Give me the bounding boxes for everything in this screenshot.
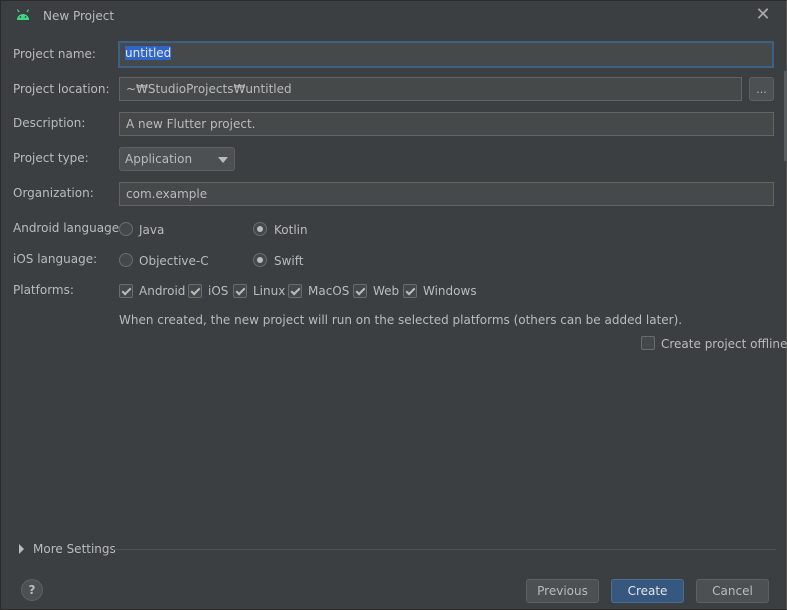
checkbox-macos[interactable]	[288, 284, 302, 298]
radio-java[interactable]	[119, 222, 133, 236]
radio-kotlin[interactable]	[253, 222, 267, 236]
new-project-dialog: New Project ✕ Project name: untitled Pro…	[0, 0, 787, 610]
help-button[interactable]: ?	[21, 579, 43, 601]
project-location-input[interactable]: ~₩StudioProjects₩untitled	[119, 77, 742, 101]
checkbox-android-label: Android	[139, 284, 186, 298]
android-language-label: Android language:	[13, 221, 124, 235]
project-type-value: Application	[125, 152, 193, 166]
radio-kotlin-label: Kotlin	[274, 223, 308, 237]
cancel-button[interactable]: Cancel	[696, 579, 769, 603]
platforms-note: When created, the new project will run o…	[119, 313, 683, 327]
create-offline-label: Create project offline	[661, 337, 787, 351]
radio-objective-c-label: Objective-C	[139, 254, 209, 268]
previous-button[interactable]: Previous	[526, 579, 599, 603]
project-location-label: Project location:	[13, 82, 110, 96]
checkbox-android[interactable]	[119, 284, 133, 298]
browse-location-button[interactable]: ...	[749, 77, 774, 101]
checkbox-macos-label: MacOS	[308, 284, 350, 298]
project-type-label: Project type:	[13, 151, 89, 165]
chevron-right-icon[interactable]	[19, 544, 24, 554]
more-settings-toggle[interactable]: More Settings	[33, 542, 116, 556]
project-name-input[interactable]: untitled	[118, 41, 774, 68]
project-type-select[interactable]: Application	[119, 147, 235, 171]
platforms-label: Platforms:	[13, 283, 74, 297]
android-icon	[15, 8, 31, 22]
checkbox-web-label: Web	[373, 284, 400, 298]
create-button[interactable]: Create	[611, 579, 684, 603]
checkbox-ios-label: iOS	[208, 284, 229, 298]
title-bar: New Project ✕	[1, 1, 787, 33]
radio-java-label: Java	[139, 223, 165, 237]
organization-input[interactable]: com.example	[119, 182, 774, 206]
checkbox-ios[interactable]	[188, 284, 202, 298]
description-label: Description:	[13, 116, 86, 130]
ios-language-label: iOS language:	[13, 252, 98, 266]
checkbox-web[interactable]	[353, 284, 367, 298]
radio-objective-c[interactable]	[119, 253, 133, 267]
checkbox-windows-label: Windows	[423, 284, 477, 298]
checkbox-linux[interactable]	[233, 284, 247, 298]
close-icon[interactable]: ✕	[753, 6, 773, 26]
chevron-down-icon	[218, 157, 228, 163]
checkbox-linux-label: Linux	[253, 284, 286, 298]
checkbox-windows[interactable]	[403, 284, 417, 298]
dialog-title: New Project	[43, 9, 115, 23]
project-name-value: untitled	[125, 46, 172, 60]
divider	[113, 549, 776, 550]
radio-swift-label: Swift	[274, 254, 304, 268]
organization-label: Organization:	[13, 186, 94, 200]
checkbox-create-offline[interactable]	[641, 336, 655, 350]
description-input[interactable]: A new Flutter project.	[119, 112, 774, 136]
project-name-label: Project name:	[13, 47, 96, 61]
radio-swift[interactable]	[253, 253, 267, 267]
